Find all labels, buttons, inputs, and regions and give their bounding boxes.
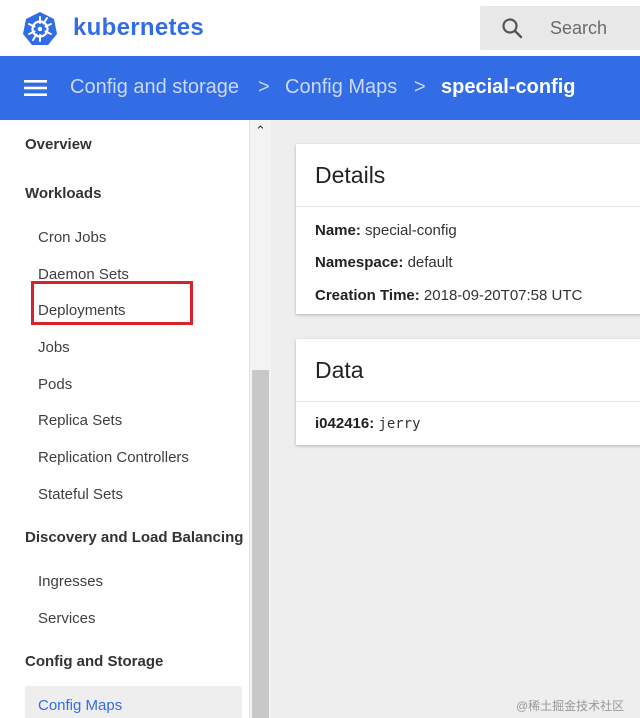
breadcrumb-separator: > <box>414 76 426 98</box>
detail-value: special-config <box>365 222 457 239</box>
detail-value: 2018-09-20T07:58 UTC <box>423 287 583 304</box>
divider <box>296 206 640 207</box>
sidebar-section-config-storage[interactable]: Config and Storage <box>25 653 163 670</box>
sidebar-item-config-maps[interactable]: Config Maps <box>38 697 122 714</box>
breadcrumb-separator: > <box>258 76 270 98</box>
breadcrumb-current-page: special-config <box>441 76 576 98</box>
breadcrumb-config-maps[interactable]: Config Maps <box>285 76 397 99</box>
detail-row-creation-time: Creation Time: 2018-09-20T07:58 UTC <box>315 287 582 304</box>
brand-name[interactable]: kubernetes <box>73 14 204 42</box>
search-icon[interactable] <box>500 16 524 40</box>
data-entry: i042416: jerry <box>315 415 421 432</box>
details-title: Details <box>315 162 386 188</box>
breadcrumb-config-and-storage[interactable]: Config and storage <box>70 76 239 99</box>
sidebar-item-services[interactable]: Services <box>38 610 96 627</box>
detail-row-namespace: Namespace: default <box>315 254 453 271</box>
search-input[interactable]: Search <box>550 18 607 39</box>
breadcrumb-bar: Config and storage > Config Maps > speci… <box>0 56 640 120</box>
top-bar: kubernetes Search <box>0 0 640 56</box>
watermark-text: @稀土掘金技术社区 <box>516 699 625 713</box>
sidebar-item-overview[interactable]: Overview <box>25 136 92 153</box>
sidebar-section-discovery[interactable]: Discovery and Load Balancing <box>25 529 243 546</box>
sidebar-item-pods[interactable]: Pods <box>38 376 72 393</box>
kubernetes-logo-icon[interactable] <box>22 11 58 47</box>
scrollbar-thumb[interactable] <box>252 370 269 718</box>
divider <box>296 401 640 402</box>
sidebar-item-cron-jobs[interactable]: Cron Jobs <box>38 229 106 246</box>
main-content: Details Name: special-config Namespace: … <box>271 120 640 718</box>
sidebar: Overview Workloads Cron Jobs Daemon Sets… <box>0 120 250 718</box>
sidebar-section-workloads[interactable]: Workloads <box>25 185 101 202</box>
sidebar-item-stateful-sets[interactable]: Stateful Sets <box>38 486 123 503</box>
detail-key: Namespace: <box>315 254 404 271</box>
detail-value[interactable]: default <box>408 254 453 271</box>
detail-key: Creation Time: <box>315 287 420 304</box>
sidebar-item-ingresses[interactable]: Ingresses <box>38 573 103 590</box>
sidebar-item-replica-sets[interactable]: Replica Sets <box>38 412 122 429</box>
search-box[interactable]: Search <box>480 6 640 50</box>
sidebar-item-replication-controllers[interactable]: Replication Controllers <box>38 449 189 466</box>
sidebar-item-jobs[interactable]: Jobs <box>38 339 70 356</box>
data-title: Data <box>315 357 364 383</box>
annotation-highlight-box <box>31 281 193 325</box>
hamburger-menu-icon[interactable] <box>24 78 48 98</box>
chevron-up-icon[interactable]: ⌃ <box>255 123 266 139</box>
data-value: jerry <box>378 416 421 432</box>
detail-row-name: Name: special-config <box>315 222 457 239</box>
data-card: Data i042416: jerry <box>296 339 640 445</box>
data-key: i042416: <box>315 415 375 432</box>
details-card: Details Name: special-config Namespace: … <box>296 144 640 314</box>
sidebar-scrollbar[interactable]: ⌃ <box>250 120 271 718</box>
detail-key: Name: <box>315 222 361 239</box>
